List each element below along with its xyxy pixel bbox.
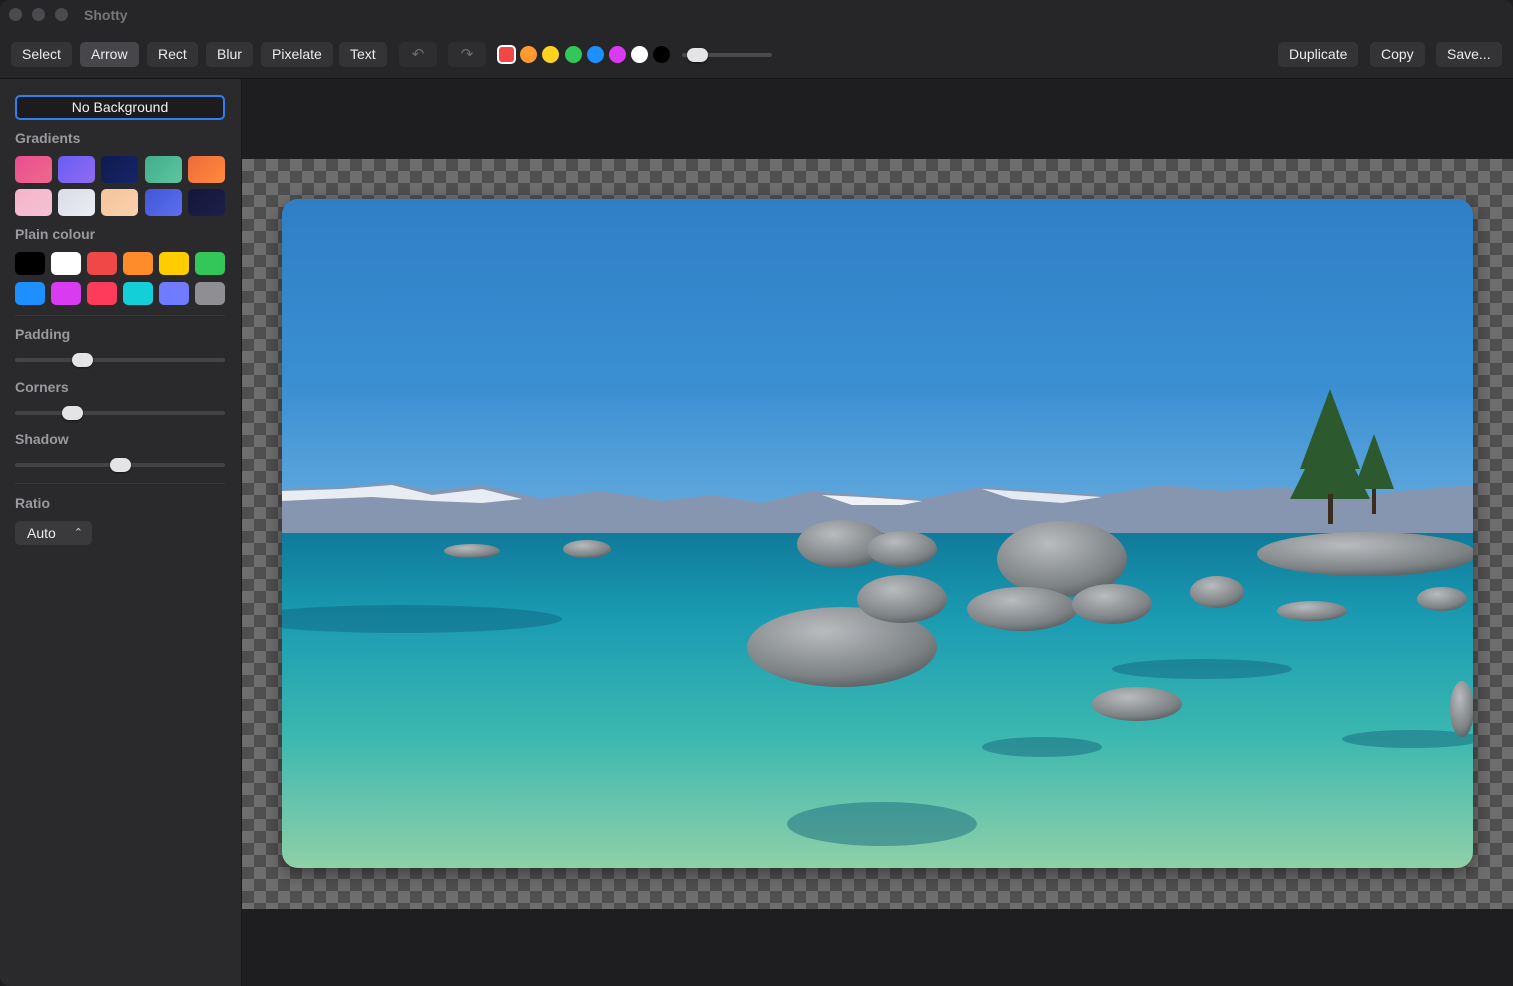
- redo-icon: ↷: [460, 46, 474, 63]
- plain-colour-heading: Plain colour: [15, 226, 96, 242]
- gradient-swatch-3[interactable]: [101, 156, 139, 183]
- plain-colour-swatch-10[interactable]: [123, 282, 153, 305]
- padding-label: Padding: [15, 326, 71, 342]
- gradient-swatch-5[interactable]: [187, 156, 225, 183]
- shadow-slider[interactable]: [15, 458, 225, 472]
- ratio-value: Auto: [27, 525, 56, 541]
- gradient-swatch-8[interactable]: [101, 189, 139, 216]
- gradient-swatch-1[interactable]: [15, 156, 52, 183]
- window-title: Shotty: [84, 7, 128, 23]
- color-swatch-7[interactable]: [631, 46, 649, 63]
- corners-slider[interactable]: [15, 406, 225, 420]
- shadow-label: Shadow: [15, 431, 69, 447]
- toolbar: Select Arrow Rect Blur Pixelate Text ↶ ↷…: [0, 30, 1513, 79]
- plain-colour-swatch-8[interactable]: [51, 282, 81, 305]
- gradient-swatch-2[interactable]: [58, 156, 96, 183]
- copy-button[interactable]: Copy: [1370, 42, 1425, 67]
- color-swatch-3[interactable]: [542, 46, 560, 63]
- stroke-width-slider[interactable]: [682, 48, 772, 62]
- duplicate-button[interactable]: Duplicate: [1278, 42, 1359, 67]
- title-bar: Shotty: [0, 0, 1513, 30]
- plain-colour-swatch-5[interactable]: [159, 252, 189, 275]
- gradient-swatch-10[interactable]: [187, 189, 225, 216]
- stroke-width-slider-thumb[interactable]: [687, 48, 709, 62]
- minimize-window-button[interactable]: [32, 8, 45, 21]
- screenshot-image[interactable]: [282, 199, 1473, 868]
- color-swatch-1[interactable]: [497, 45, 516, 64]
- tool-text-button[interactable]: Text: [339, 42, 387, 67]
- app-window: Shotty Select Arrow Rect Blur Pixelate T…: [0, 0, 1513, 986]
- zoom-window-button[interactable]: [55, 8, 68, 21]
- plain-colour-swatch-11[interactable]: [159, 282, 189, 305]
- plain-colour-swatch-4[interactable]: [123, 252, 153, 275]
- canvas-area: [242, 79, 1513, 986]
- plain-colour-swatch-12[interactable]: [195, 282, 225, 305]
- corners-label: Corners: [15, 379, 69, 395]
- chevron-updown-icon: ⌃: [73, 527, 83, 539]
- color-swatch-8[interactable]: [653, 46, 671, 63]
- lake-photo: [282, 199, 1473, 868]
- plain-colour-swatch-3[interactable]: [87, 252, 117, 275]
- ratio-select[interactable]: Auto ⌃: [15, 521, 92, 545]
- save-button[interactable]: Save...: [1436, 42, 1502, 67]
- no-background-button[interactable]: No Background: [15, 95, 225, 120]
- tool-pixelate-button[interactable]: Pixelate: [261, 42, 333, 67]
- padding-slider-thumb[interactable]: [72, 353, 94, 367]
- color-swatch-5[interactable]: [586, 46, 604, 63]
- tool-blur-button[interactable]: Blur: [206, 42, 253, 67]
- plain-colour-swatch-9[interactable]: [87, 282, 117, 305]
- plain-colour-swatch-2[interactable]: [51, 252, 81, 275]
- plain-colour-swatch-1[interactable]: [15, 252, 45, 275]
- corners-slider-thumb[interactable]: [61, 406, 83, 420]
- redo-button[interactable]: ↷: [448, 42, 486, 67]
- shadow-slider-thumb[interactable]: [110, 458, 131, 472]
- color-swatch-4[interactable]: [564, 46, 582, 63]
- gradient-swatch-7[interactable]: [58, 189, 96, 216]
- undo-button[interactable]: ↶: [399, 42, 437, 67]
- gradients-heading: Gradients: [15, 130, 81, 146]
- plain-colour-swatch-6[interactable]: [195, 252, 225, 275]
- divider: [15, 315, 225, 316]
- tool-rect-button[interactable]: Rect: [147, 42, 198, 67]
- gradient-swatch-9[interactable]: [144, 189, 182, 216]
- gradient-swatch-6[interactable]: [15, 189, 52, 216]
- plain-colour-swatch-7[interactable]: [15, 282, 45, 305]
- ratio-label: Ratio: [15, 495, 50, 511]
- color-swatch-6[interactable]: [609, 46, 626, 63]
- divider: [15, 483, 225, 484]
- tool-select-button[interactable]: Select: [11, 42, 72, 67]
- color-swatch-2[interactable]: [520, 46, 538, 63]
- close-window-button[interactable]: [9, 8, 22, 21]
- padding-slider[interactable]: [15, 353, 225, 367]
- tool-arrow-button[interactable]: Arrow: [80, 42, 139, 67]
- gradient-swatch-4[interactable]: [144, 156, 182, 183]
- undo-icon: ↶: [411, 46, 425, 63]
- sidebar: No Background Gradients Plain colour Pad…: [0, 79, 242, 986]
